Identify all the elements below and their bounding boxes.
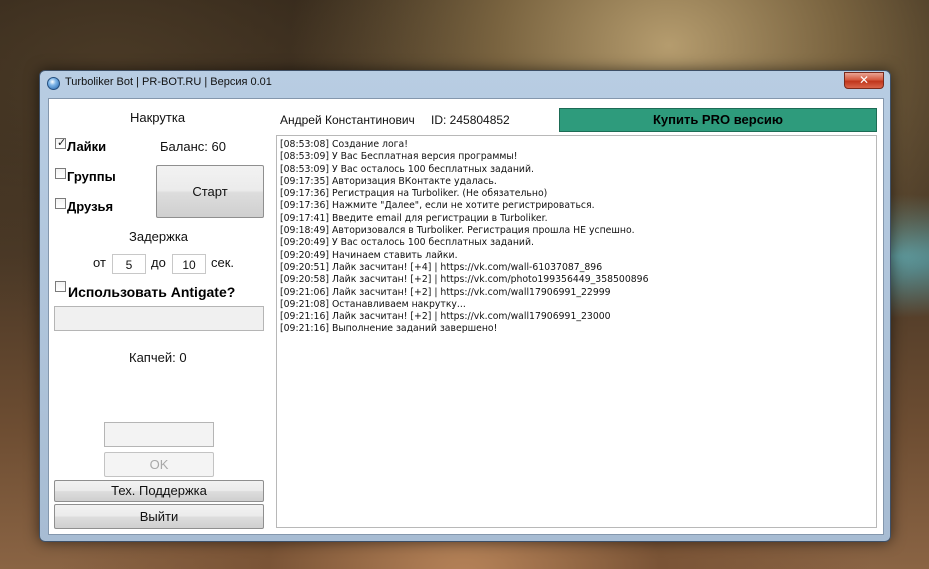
checkbox-groups-label: Группы — [67, 169, 116, 184]
log-line: [09:21:08] Останавливаем накрутку... — [280, 298, 466, 310]
log-line: [09:18:49] Авторизовался в Turboliker. Р… — [280, 225, 635, 237]
checkbox-groups-box[interactable] — [55, 168, 66, 179]
checkbox-friends-box[interactable] — [55, 198, 66, 209]
app-icon — [47, 77, 60, 90]
buy-pro-button[interactable]: Купить PRO версию — [559, 108, 877, 132]
checkbox-friends-label: Друзья — [67, 199, 114, 214]
captcha-input[interactable] — [104, 422, 214, 447]
log-line: [09:21:06] Лайк засчитан! [+2] | https:/… — [280, 286, 611, 298]
log-line: [09:17:41] Введите email для регистрации… — [280, 212, 548, 224]
user-name: Андрей Константинович — [280, 113, 415, 127]
log-line: [09:17:36] Нажмите "Далее", если не хоти… — [280, 200, 595, 212]
log-line: [08:53:09] У Вас Бесплатная версия прогр… — [280, 151, 518, 163]
delay-to-input[interactable]: 10 — [172, 254, 206, 274]
delay-title: Задержка — [129, 229, 189, 244]
client-area: Накрутка ✓ Лайки Группы Друзья Баланс: 6… — [48, 98, 884, 535]
close-button[interactable]: ✕ — [844, 72, 884, 89]
log-line: [09:17:35] Авторизация ВКонтакте удалась… — [280, 175, 497, 187]
log-line: [09:21:16] Лайк засчитан! [+2] | https:/… — [280, 311, 611, 323]
delay-unit-label: сек. — [211, 255, 235, 270]
window-title: Turboliker Bot | PR-BOT.RU | Версия 0.01 — [65, 76, 272, 88]
log-line: [09:21:16] Выполнение заданий завершено! — [280, 323, 498, 335]
checkbox-likes-label: Лайки — [67, 139, 107, 154]
checkbox-likes-box[interactable]: ✓ — [55, 136, 67, 149]
log-line: [08:53:09] У Вас осталось 100 бесплатных… — [280, 163, 534, 175]
support-button[interactable]: Тех. Поддержка — [54, 480, 264, 502]
exit-button[interactable]: Выйти — [54, 504, 264, 529]
log-output[interactable]: [08:53:08] Создание лога! [08:53:09] У Ва… — [276, 135, 877, 528]
log-line: [09:20:58] Лайк засчитан! [+2] | https:/… — [280, 274, 649, 286]
log-line: [09:20:51] Лайк засчитан! [+4] | https:/… — [280, 261, 603, 273]
delay-from-label: от — [93, 255, 106, 270]
log-line: [09:20:49] Начинаем ставить лайки. — [280, 249, 458, 261]
app-window: Turboliker Bot | PR-BOT.RU | Версия 0.01… — [39, 70, 891, 542]
antigate-key-input[interactable] — [54, 306, 264, 331]
user-id: ID: 245804852 — [431, 113, 510, 127]
ok-button[interactable]: OK — [104, 452, 214, 477]
section-title-nakrutka: Накрутка — [130, 110, 186, 125]
start-button[interactable]: Старт — [156, 165, 264, 218]
captcha-count-label: Капчей: 0 — [129, 350, 187, 365]
log-line: [09:17:36] Регистрация на Turboliker. (Н… — [280, 188, 548, 200]
delay-to-label: до — [151, 255, 166, 270]
check-icon: ✓ — [57, 136, 67, 149]
checkbox-antigate-box[interactable] — [55, 281, 66, 292]
log-line: [08:53:08] Создание лога! — [280, 139, 408, 150]
balance-label: Баланс: 60 — [160, 139, 226, 154]
title-bar[interactable]: Turboliker Bot | PR-BOT.RU | Версия 0.01… — [40, 71, 890, 95]
close-icon: ✕ — [858, 73, 870, 87]
delay-from-input[interactable]: 5 — [112, 254, 146, 274]
checkbox-antigate-label: Использовать Antigate? — [68, 284, 236, 300]
log-line: [09:20:49] У Вас осталось 100 бесплатных… — [280, 237, 534, 249]
